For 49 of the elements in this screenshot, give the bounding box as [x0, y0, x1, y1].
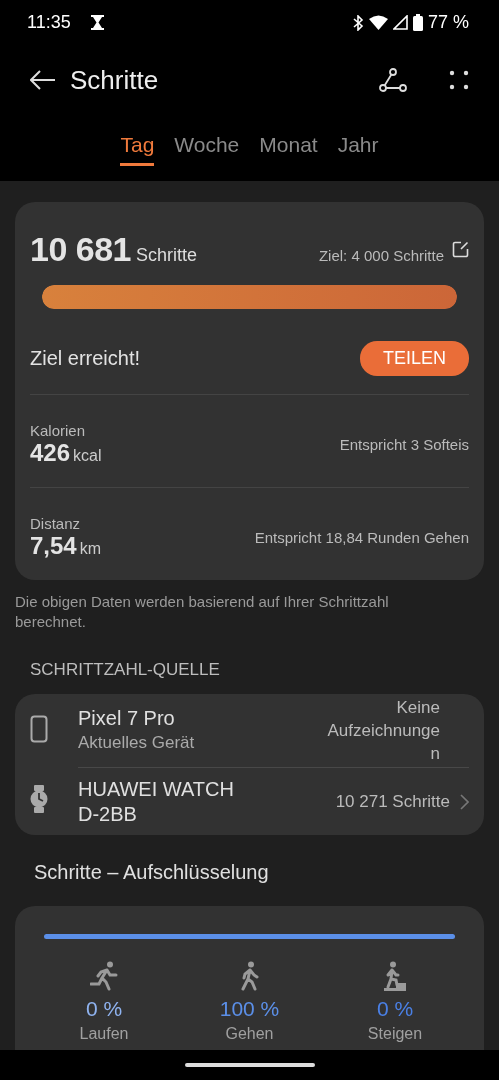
metric-label: Distanz	[30, 514, 82, 532]
period-tab[interactable]: Jahr	[337, 133, 379, 166]
period-tab[interactable]: Tag	[120, 133, 155, 166]
period-tab[interactable]: Monat	[259, 133, 318, 166]
chevron-right-icon[interactable]	[460, 793, 469, 810]
walking-icon	[239, 961, 260, 991]
phone-icon	[30, 714, 48, 743]
metric-unit: km	[79, 539, 102, 557]
share-button[interactable]: TEILEN	[359, 341, 469, 376]
activity-percentage: 0 %	[376, 997, 414, 1021]
metric-value: 7,54	[30, 531, 77, 559]
activity-label: Steigen	[367, 1025, 423, 1043]
activity-percentage: 0 %	[85, 997, 123, 1021]
metric-value: 426	[30, 438, 71, 466]
metric-unit: kcal	[73, 446, 102, 464]
step-count: 10 681	[30, 230, 131, 269]
status-time: 11:35	[27, 12, 71, 33]
edit-icon[interactable]	[452, 241, 469, 258]
section-header: SCHRITTZAHL-QUELLE	[29, 659, 221, 681]
goal-label: Ziel: 4 000 Schritte	[318, 247, 444, 264]
bluetooth-icon	[352, 14, 364, 31]
metric-comparison: Entspricht 3 Softeis	[339, 435, 469, 453]
stair-climbing-icon	[382, 961, 408, 991]
battery-icon	[412, 14, 423, 31]
wifi-icon	[368, 15, 388, 30]
info-note: Die obigen Daten werden basierend auf Ihrer Schrittzahl berechnet.	[15, 592, 390, 632]
period-tab[interactable]: Woche	[174, 133, 240, 166]
device-step-value: Keine Aufzeichnungen	[326, 697, 440, 765]
device-name: Pixel 7 Pro	[78, 706, 176, 731]
activity-label: Laufen	[79, 1025, 129, 1043]
device-subtitle: Aktuelles Gerät	[78, 732, 196, 754]
signal-icon	[392, 15, 408, 30]
hourglass-icon	[90, 15, 104, 30]
device-name: HUAWEI WATCH D-2BB	[78, 776, 235, 827]
more-options-icon[interactable]	[449, 70, 469, 90]
goal-status: Ziel erreicht!	[30, 347, 141, 370]
metric-comparison: Entspricht 18,84 Runden Gehen	[254, 528, 469, 546]
battery-percentage: 77 %	[427, 12, 469, 33]
device-step-value: 10 271 Schritte	[335, 791, 450, 813]
back-arrow-icon[interactable]	[30, 70, 56, 90]
activity-label: Gehen	[225, 1025, 274, 1043]
activity-percentage: 100 %	[219, 997, 280, 1021]
section-title: Schritte – Aufschlüsselung	[33, 860, 270, 885]
metric-label: Kalorien	[30, 421, 87, 439]
watch-icon	[30, 785, 48, 813]
screen-title: Schritte	[70, 64, 160, 96]
running-icon	[90, 961, 118, 991]
route-icon[interactable]	[379, 68, 407, 92]
step-unit: Schritte	[136, 245, 198, 266]
